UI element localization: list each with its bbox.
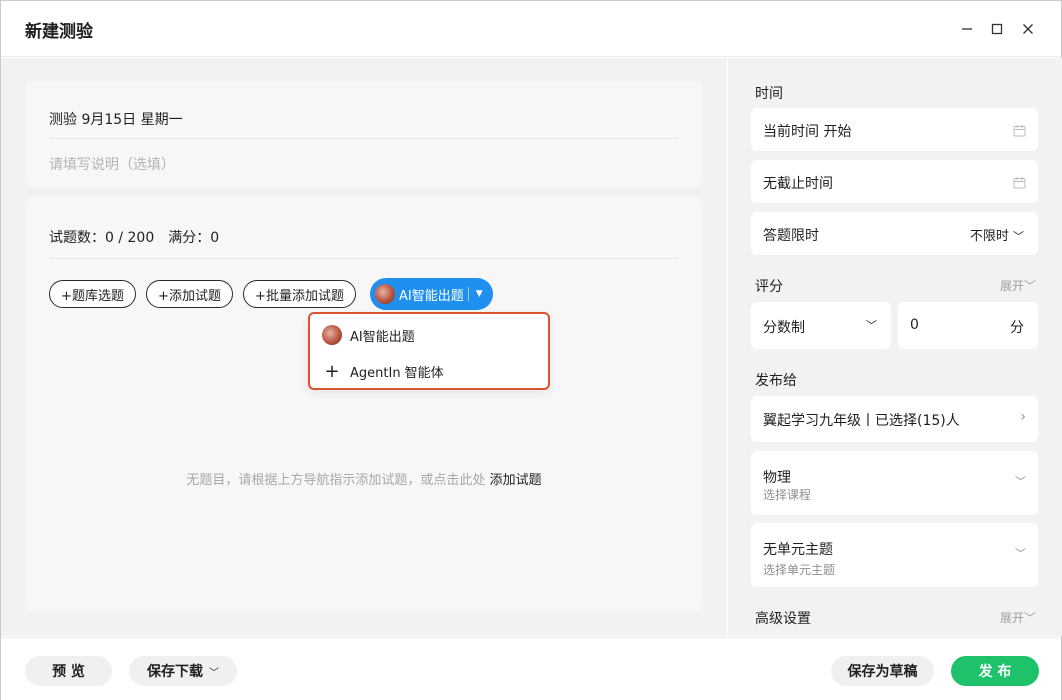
minimize-icon[interactable] <box>956 18 978 40</box>
time-limit-label: 答题限时 <box>763 228 819 244</box>
chevron-down-icon: ﹀ <box>209 667 219 679</box>
unit-select[interactable]: 无单元主题 选择单元主题 ﹀ <box>751 523 1038 587</box>
plus-icon: + <box>324 360 340 382</box>
chevron-right-icon: › <box>1020 409 1026 425</box>
unit-value: 无单元主题 <box>763 542 833 558</box>
save-download-button[interactable]: 保存下载 ﹀ <box>129 656 237 686</box>
chevron-down-icon: ﹀ <box>1013 230 1024 243</box>
advanced-expand-label: 展开 <box>999 611 1024 625</box>
time-section-label: 时间 <box>755 86 783 102</box>
score-mode-value: 分数制 <box>763 320 805 336</box>
publish-target-value: 翼起学习九年级丨已选择(15)人 <box>763 413 960 429</box>
title-bar: 新建测验 <box>1 1 1061 57</box>
question-count-value: 0 / 200 <box>105 230 155 246</box>
chevron-down-icon: ﹀ <box>1015 547 1026 560</box>
save-draft-button[interactable]: 保存为草稿 <box>831 656 934 686</box>
divider <box>49 138 679 139</box>
ai-dropdown-menu: AI智能出题 + AgentIn 智能体 <box>308 312 550 390</box>
course-hint: 选择课程 <box>763 488 812 502</box>
empty-state: 无题目，请根据上方导航指示添加试题，或点击此处 添加试题 <box>25 469 703 488</box>
menu-item-label: AgentIn 智能体 <box>350 365 444 381</box>
ai-generate-button[interactable]: AI智能出题 ▼ <box>370 278 493 310</box>
empty-add-link[interactable]: 添加试题 <box>490 473 542 488</box>
question-bank-button[interactable]: +题库选题 <box>49 280 136 308</box>
ai-generate-label: AI智能出题 <box>399 288 464 304</box>
batch-add-button[interactable]: +批量添加试题 <box>243 280 356 308</box>
close-icon[interactable] <box>1017 18 1039 40</box>
course-select[interactable]: 物理 选择课程 ﹀ <box>751 451 1038 515</box>
menu-item-agentin[interactable]: + AgentIn 智能体 <box>322 359 444 383</box>
publish-section-label: 发布给 <box>755 373 797 389</box>
full-score-label: 满分： <box>168 230 211 246</box>
footer-bar: 预 览 保存下载 ﹀ 保存为草稿 发 布 <box>1 637 1061 700</box>
unit-hint: 选择单元主题 <box>763 563 836 577</box>
save-download-label: 保存下载 <box>147 664 203 680</box>
caret-down-icon[interactable]: ▼ <box>476 289 483 299</box>
start-time-value: 当前时间 开始 <box>763 124 852 140</box>
menu-item-label: AI智能出题 <box>350 329 415 345</box>
time-limit-field[interactable]: 答题限时 不限时 ﹀ <box>751 212 1038 255</box>
ai-avatar-icon <box>375 284 395 304</box>
divider <box>467 287 469 301</box>
chevron-down-icon: ﹀ <box>866 319 877 332</box>
calendar-icon <box>1013 174 1026 193</box>
settings-pane: 时间 当前时间 开始 无截止时间 答题限时 不限时 ﹀ 评分 展开﹀ 分数制 ﹀… <box>728 58 1062 636</box>
publish-target-field[interactable]: 翼起学习九年级丨已选择(15)人 › <box>751 396 1038 442</box>
end-time-field[interactable]: 无截止时间 <box>751 160 1038 203</box>
course-value: 物理 <box>763 470 791 486</box>
question-count-label: 试题数： <box>49 230 105 246</box>
score-input-value: 0 <box>910 317 919 333</box>
maximize-icon[interactable] <box>986 18 1008 40</box>
divider <box>49 258 679 259</box>
start-time-field[interactable]: 当前时间 开始 <box>751 108 1038 151</box>
preview-button[interactable]: 预 览 <box>25 656 112 686</box>
time-limit-select[interactable]: 不限时 ﹀ <box>970 225 1024 244</box>
score-unit: 分 <box>1010 320 1024 336</box>
scoring-expand-button[interactable]: 展开﹀ <box>1000 277 1036 294</box>
publish-button[interactable]: 发 布 <box>951 656 1039 686</box>
quiz-window: 新建测验 测验 9月15日 星期一 请填写说明（选填） 试题数：0 / 200 … <box>0 0 1062 700</box>
time-limit-value: 不限时 <box>969 229 1009 244</box>
scoring-section-label: 评分 <box>755 279 783 295</box>
quiz-info-card: 测验 9月15日 星期一 请填写说明（选填） <box>25 81 703 187</box>
chevron-down-icon: ﹀ <box>1023 279 1036 293</box>
question-stats: 试题数：0 / 200 满分：0 <box>49 227 219 247</box>
scoring-expand-label: 展开 <box>999 279 1024 293</box>
advanced-section-label: 高级设置 <box>755 611 811 627</box>
score-input[interactable]: 0 分 <box>898 302 1038 349</box>
full-score-value: 0 <box>210 230 220 246</box>
add-question-button[interactable]: +添加试题 <box>146 280 233 308</box>
empty-state-text: 无题目，请根据上方导航指示添加试题，或点击此处 <box>186 473 486 488</box>
description-field[interactable]: 请填写说明（选填） <box>49 154 175 174</box>
chevron-down-icon: ﹀ <box>1023 611 1036 625</box>
calendar-icon <box>1013 122 1026 141</box>
questions-card: 试题数：0 / 200 满分：0 +题库选题 +添加试题 +批量添加试题 AI智… <box>25 197 703 612</box>
chevron-down-icon: ﹀ <box>1015 475 1026 488</box>
window-title: 新建测验 <box>25 22 93 42</box>
quiz-title-field[interactable]: 测验 9月15日 星期一 <box>49 109 183 129</box>
end-time-value: 无截止时间 <box>763 176 833 192</box>
menu-item-ai-generate[interactable]: AI智能出题 <box>322 323 415 347</box>
ai-avatar-icon <box>322 325 342 345</box>
advanced-expand-button[interactable]: 展开﹀ <box>1000 609 1036 626</box>
score-mode-select[interactable]: 分数制 ﹀ <box>751 302 891 349</box>
